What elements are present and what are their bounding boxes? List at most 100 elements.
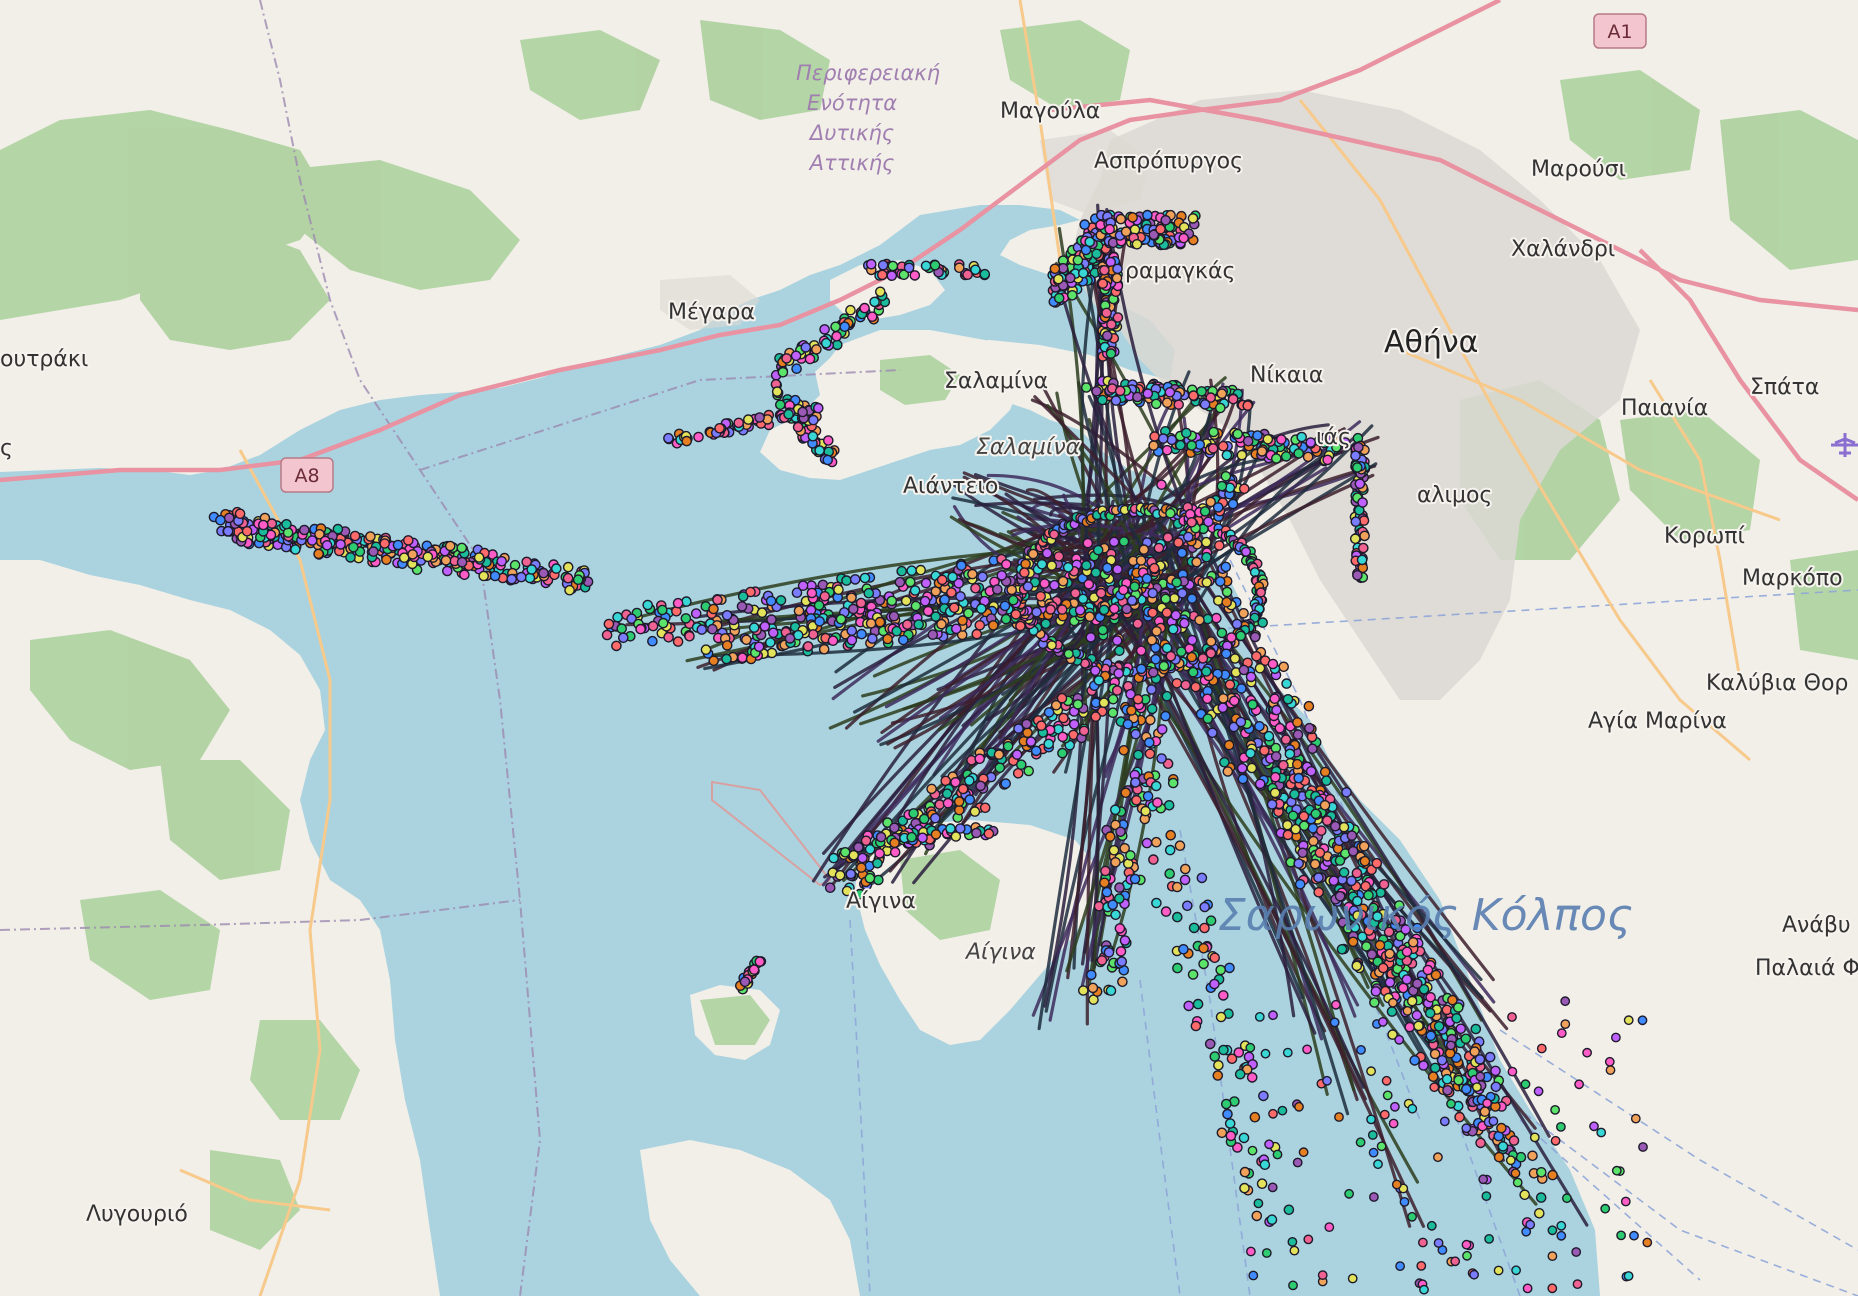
vessel-position [1556, 1230, 1567, 1241]
vessel-position [1218, 1044, 1229, 1056]
vessel-position [781, 353, 792, 364]
vessel-position [1186, 651, 1198, 663]
vessel-position [1187, 666, 1199, 678]
vessel-position [743, 414, 754, 425]
vessel-position [979, 268, 991, 280]
vessel-position [1118, 536, 1130, 547]
vessel-position [1067, 289, 1078, 301]
vessel-position [889, 846, 901, 858]
vessel-position [1022, 727, 1033, 739]
vessel-position [1229, 653, 1241, 664]
vessel-position [766, 614, 777, 625]
vessel-position [1298, 1147, 1309, 1158]
vessel-position [1469, 1269, 1480, 1280]
vessel-position [1238, 1132, 1250, 1144]
vessel-position [1093, 901, 1105, 912]
vessel-position [266, 518, 278, 529]
vessel-position [1293, 858, 1304, 869]
vessel-position [872, 858, 883, 869]
vessel-position [1302, 451, 1314, 463]
vessel-position [1442, 1085, 1453, 1096]
vessel-position [1462, 1250, 1472, 1261]
vessel-position [1572, 1279, 1583, 1290]
vessel-position [1402, 1006, 1413, 1016]
vessel-position [1086, 969, 1097, 981]
vessel-position [603, 618, 615, 630]
vessel-position [1130, 728, 1141, 740]
vessel-position [1266, 799, 1278, 810]
vessel-position [1215, 402, 1226, 414]
vessel-position [1078, 267, 1089, 279]
vessel-position [1179, 617, 1190, 629]
vessel-position [1461, 1239, 1472, 1250]
vessel-position [1068, 719, 1080, 730]
vessel-position [792, 421, 804, 433]
vessel-position [877, 259, 889, 271]
vessel-position [908, 808, 919, 819]
vessel-position [365, 531, 376, 542]
vessel-position [797, 406, 808, 418]
vessel-position [1197, 653, 1209, 664]
vessel-position [1413, 1020, 1424, 1032]
vessel-position [1427, 1071, 1439, 1082]
vessel-position [1001, 559, 1012, 570]
map-view[interactable]: A1 A8 Μαγούλα Ασπρόπυργος ραμαγκάς Μέγαρ… [0, 0, 1858, 1296]
vessel-position [1334, 1112, 1344, 1122]
vessel-position [1630, 1113, 1641, 1124]
vessel-position [1331, 999, 1341, 1010]
vessel-position [1307, 743, 1318, 755]
vessel-position [1358, 542, 1369, 554]
vessel-position [1013, 723, 1024, 734]
label-region-line3: Δυτικής [808, 121, 894, 145]
vessel-position [1401, 974, 1413, 985]
vessel-position [1302, 1044, 1313, 1055]
vessel-position [1036, 720, 1047, 732]
vessel-position [1049, 263, 1061, 275]
vessel-position [1236, 683, 1247, 694]
vessel-position [1208, 426, 1219, 438]
vessel-position [1223, 739, 1235, 751]
vessel-position [900, 595, 912, 607]
vessel-position [784, 633, 796, 644]
vessel-position [1023, 765, 1034, 777]
vessel-position [1292, 1157, 1303, 1168]
vessel-position [1474, 1054, 1486, 1065]
vessel-position [1151, 626, 1162, 637]
vessel-position [562, 572, 574, 584]
vessel-position [1187, 969, 1199, 980]
vessel-position [877, 269, 888, 281]
vessel-position [1164, 868, 1175, 880]
vessel-position [1446, 1098, 1456, 1109]
vessel-position [1161, 690, 1173, 702]
vessel-position [1188, 922, 1200, 934]
vessel-position [1176, 547, 1188, 559]
vessel-position [874, 848, 885, 859]
vessel-position [1490, 1081, 1502, 1093]
vessel-position [1098, 604, 1110, 616]
vessel-position [1216, 480, 1228, 492]
vessel-position [1407, 1103, 1418, 1114]
vessel-position [281, 519, 292, 530]
vessel-position [1198, 958, 1209, 970]
vessel-position [1201, 551, 1212, 563]
label-paiania: Παιανία [1621, 396, 1708, 421]
vessel-position [1388, 1118, 1399, 1129]
vessel-position [538, 567, 549, 579]
vessel-position [1321, 775, 1332, 787]
vessel-position [910, 600, 922, 612]
vessel-position [1220, 470, 1232, 482]
vessel-position [771, 386, 783, 397]
vessel-position [1040, 618, 1052, 630]
vessel-position [947, 571, 958, 583]
vessel-position [611, 640, 622, 652]
vessel-position [1439, 1116, 1450, 1127]
vessel-position [887, 260, 899, 272]
vessel-position [1213, 1060, 1224, 1071]
vessel-position [1246, 1246, 1256, 1257]
vessel-position [994, 762, 1006, 774]
vessel-position [1454, 1111, 1465, 1123]
vessel-position [1507, 1066, 1518, 1077]
vessel-position [1352, 570, 1363, 581]
vessel-position [1155, 223, 1166, 235]
vessel-position [1287, 810, 1299, 822]
